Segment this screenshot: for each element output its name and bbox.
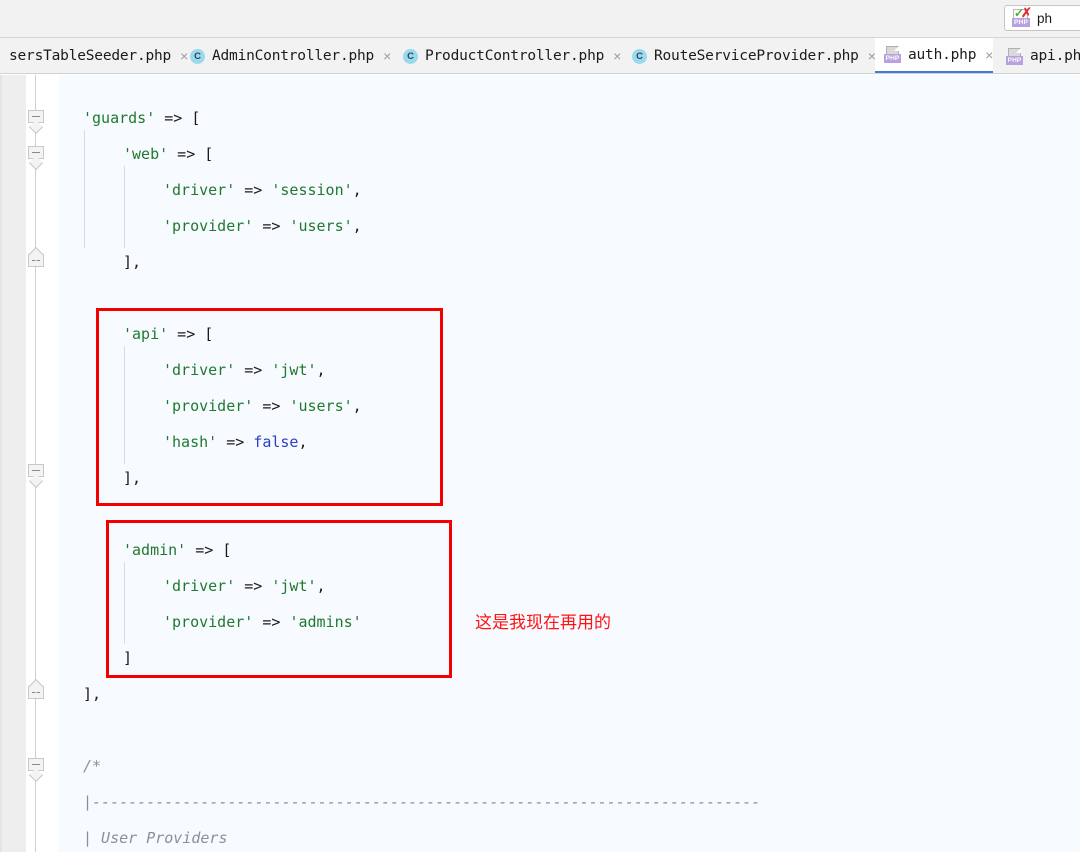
php-file-icon: PHP (1006, 47, 1023, 65)
close-icon[interactable]: × (611, 49, 621, 63)
code-token: ], (123, 253, 142, 271)
editor-tab-api-php[interactable]: PHP api.php (997, 38, 1080, 73)
code-token: => (235, 181, 272, 199)
editor-gutter[interactable] (0, 75, 26, 852)
editor-tab-bar[interactable]: sersTableSeeder.php × C AdminController.php… (0, 38, 1080, 74)
code-line[interactable]: | User Providers (83, 820, 228, 852)
red-highlight-box-admin-guard (106, 520, 452, 678)
editor-left-edge (0, 75, 2, 852)
php-inspection-widget[interactable]: PHP ✓ ✗ ph (1004, 5, 1080, 31)
code-fold-marker[interactable] (28, 758, 44, 771)
code-token: | User Providers (83, 829, 228, 847)
code-line[interactable]: 'web' => [ (123, 136, 213, 172)
php-inspection-icon: PHP ✓ ✗ (1012, 5, 1032, 27)
code-token: 'session' (271, 181, 353, 199)
code-token: => [ (155, 109, 201, 127)
editor-tab-ProductController-php[interactable]: C ProductController.php × (394, 38, 621, 73)
ide-window: PHP ✓ ✗ ph sersTableSeeder.php × C AdminCon… (0, 0, 1080, 852)
code-token: 'users' (289, 217, 353, 235)
code-line[interactable]: 'provider' => 'users', (163, 208, 362, 244)
editor-tab-label: sersTableSeeder.php (9, 48, 172, 64)
close-icon[interactable]: × (381, 49, 391, 63)
class-file-icon: C (190, 48, 205, 64)
editor-tab-auth-php[interactable]: PHP auth.php × (875, 38, 993, 73)
code-token: 'provider' (163, 217, 254, 235)
editor-tab-AdminController-php[interactable]: C AdminController.php × (181, 38, 391, 73)
code-token: |---------------------------------------… (83, 793, 761, 811)
code-token: 'guards' (83, 109, 156, 127)
editor-tab-sersTableSeeder-php[interactable]: sersTableSeeder.php × (0, 38, 188, 73)
code-token: => [ (168, 145, 214, 163)
code-token: 'driver' (163, 181, 236, 199)
code-line[interactable]: |---------------------------------------… (83, 784, 760, 820)
code-fold-marker[interactable] (28, 146, 44, 159)
code-line[interactable]: 'guards' => [ (83, 100, 200, 136)
editor-tab-label: ProductController.php (425, 48, 605, 64)
php-file-icon: PHP (884, 46, 901, 63)
code-token: 'web' (123, 145, 169, 163)
code-token: => (253, 217, 290, 235)
code-token: , (352, 217, 362, 235)
code-fold-marker[interactable] (28, 110, 44, 123)
class-file-icon: C (632, 48, 647, 64)
editor-tab-label: RouteServiceProvider.php (654, 48, 859, 64)
code-line[interactable]: ], (123, 244, 141, 280)
chinese-note: 这是我现在再用的 (475, 613, 611, 633)
indent-guide (84, 130, 85, 248)
php-inspection-label: ph (1037, 10, 1053, 26)
editor-tab-RouteServiceProvider-php[interactable]: C RouteServiceProvider.php × (623, 38, 876, 73)
code-line[interactable]: /* (83, 748, 101, 784)
code-fold-marker[interactable] (28, 464, 44, 477)
code-token: , (352, 181, 362, 199)
code-token: /* (83, 757, 102, 775)
indent-guide (124, 166, 125, 248)
editor-tab-label: auth.php (908, 46, 977, 63)
code-editor[interactable]: 'guards' => ['web' => ['driver' => 'sess… (0, 75, 1080, 852)
code-fold-marker[interactable] (28, 254, 44, 267)
editor-tab-label: AdminController.php (212, 48, 375, 64)
code-line[interactable]: 'driver' => 'session', (163, 172, 362, 208)
red-highlight-box-api-guard (96, 308, 443, 506)
code-token: ], (83, 685, 102, 703)
code-line[interactable]: ], (83, 676, 101, 712)
editor-tab-label: api.php (1030, 48, 1080, 64)
class-file-icon: C (403, 48, 418, 64)
close-icon[interactable]: × (983, 48, 993, 62)
code-fold-marker[interactable] (28, 686, 44, 699)
top-toolbar-strip: PHP ✓ ✗ ph (0, 0, 1080, 38)
